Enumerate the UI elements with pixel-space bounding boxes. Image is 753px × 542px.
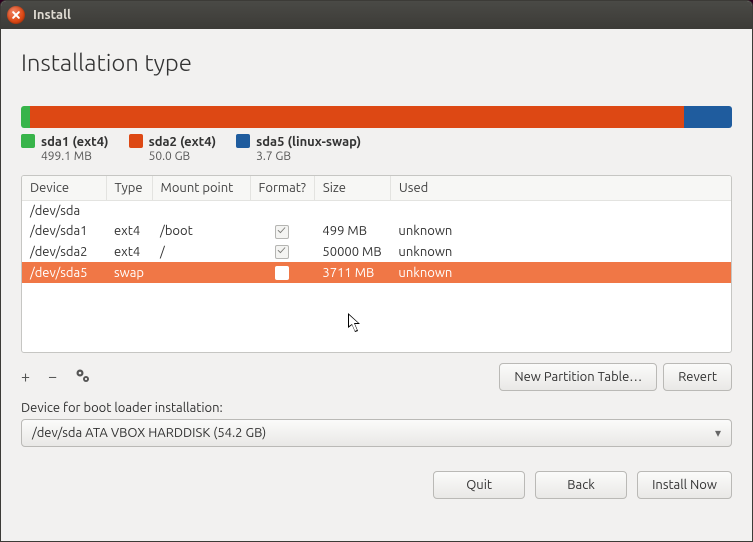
titlebar[interactable]: Install bbox=[1, 1, 752, 29]
cell-used: unknown bbox=[390, 221, 731, 242]
col-used[interactable]: Used bbox=[390, 176, 731, 201]
cell-mount bbox=[152, 262, 250, 283]
swatch-icon bbox=[21, 134, 35, 148]
add-partition-button[interactable]: + bbox=[21, 368, 30, 386]
cell-format bbox=[250, 201, 314, 222]
revert-button[interactable]: Revert bbox=[663, 363, 732, 391]
bootloader-label: Device for boot loader installation: bbox=[21, 401, 732, 415]
bootloader-value: /dev/sda ATA VBOX HARDDISK (54.2 GB) bbox=[32, 426, 266, 440]
legend-label: sda2 (ext4) bbox=[149, 135, 217, 149]
cell-size: 3711 MB bbox=[314, 262, 390, 283]
legend-size: 3.7 GB bbox=[256, 150, 361, 163]
chevron-down-icon: ▾ bbox=[715, 426, 721, 440]
legend-label: sda5 (linux-swap) bbox=[256, 135, 361, 149]
col-device[interactable]: Device bbox=[22, 176, 106, 201]
bar-seg-sda1 bbox=[21, 106, 30, 128]
legend-item-sda5: sda5 (linux-swap) 3.7 GB bbox=[236, 132, 361, 163]
new-partition-table-button[interactable]: New Partition Table… bbox=[499, 363, 657, 391]
install-now-button[interactable]: Install Now bbox=[637, 471, 732, 499]
cell-mount: /boot bbox=[152, 221, 250, 242]
table-row[interactable]: /dev/sda1 ext4 /boot 499 MB unknown bbox=[22, 221, 731, 242]
col-type[interactable]: Type bbox=[106, 176, 152, 201]
cell-type bbox=[106, 201, 152, 222]
cell-size bbox=[314, 201, 390, 222]
partition-legend: sda1 (ext4) 499.1 MB sda2 (ext4) 50.0 GB… bbox=[21, 132, 732, 163]
checkbox-icon[interactable] bbox=[275, 225, 289, 239]
legend-size: 50.0 GB bbox=[149, 150, 217, 163]
page-title: Installation type bbox=[21, 49, 732, 76]
cell-used: unknown bbox=[390, 242, 731, 263]
swatch-icon bbox=[236, 134, 250, 148]
legend-size: 499.1 MB bbox=[41, 150, 109, 163]
swatch-icon bbox=[129, 134, 143, 148]
col-mount[interactable]: Mount point bbox=[152, 176, 250, 201]
cell-used bbox=[390, 201, 731, 222]
partition-bar bbox=[21, 106, 732, 128]
footer-buttons: Quit Back Install Now bbox=[21, 471, 732, 499]
cell-device: /dev/sda5 bbox=[22, 262, 106, 283]
cell-device: /dev/sda1 bbox=[22, 221, 106, 242]
close-icon[interactable] bbox=[7, 6, 25, 24]
cell-mount bbox=[152, 201, 250, 222]
table-header: Device Type Mount point Format? Size Use… bbox=[22, 176, 731, 201]
partition-toolbar: + − New Partition Table… Revert bbox=[21, 363, 732, 391]
cell-format[interactable] bbox=[250, 242, 314, 263]
table-row[interactable]: /dev/sda bbox=[22, 201, 731, 222]
cell-type: swap bbox=[106, 262, 152, 283]
cell-format[interactable] bbox=[250, 221, 314, 242]
bar-seg-sda5 bbox=[684, 106, 732, 128]
change-partition-button[interactable] bbox=[75, 368, 91, 387]
cell-type: ext4 bbox=[106, 242, 152, 263]
content: Installation type sda1 (ext4) 499.1 MB s… bbox=[1, 29, 752, 541]
cell-size: 499 MB bbox=[314, 221, 390, 242]
legend-label: sda1 (ext4) bbox=[41, 135, 109, 149]
bootloader-select[interactable]: /dev/sda ATA VBOX HARDDISK (54.2 GB) ▾ bbox=[21, 419, 732, 447]
checkbox-icon[interactable] bbox=[275, 266, 289, 280]
remove-partition-button[interactable]: − bbox=[48, 368, 57, 386]
window-title: Install bbox=[33, 8, 71, 22]
quit-button[interactable]: Quit bbox=[433, 471, 525, 499]
gear-icon bbox=[75, 368, 91, 384]
cell-used: unknown bbox=[390, 262, 731, 283]
table-row[interactable]: /dev/sda5 swap 3711 MB unknown bbox=[22, 262, 731, 283]
table-row[interactable]: /dev/sda2 ext4 / 50000 MB unknown bbox=[22, 242, 731, 263]
cell-type: ext4 bbox=[106, 221, 152, 242]
install-window: Install Installation type sda1 (ext4) 49… bbox=[0, 0, 753, 542]
cell-device: /dev/sda bbox=[22, 201, 106, 222]
col-format[interactable]: Format? bbox=[250, 176, 314, 201]
cell-format[interactable] bbox=[250, 262, 314, 283]
cell-size: 50000 MB bbox=[314, 242, 390, 263]
legend-item-sda2: sda2 (ext4) 50.0 GB bbox=[129, 132, 217, 163]
checkbox-icon[interactable] bbox=[275, 245, 289, 259]
cell-device: /dev/sda2 bbox=[22, 242, 106, 263]
cell-mount: / bbox=[152, 242, 250, 263]
partition-table[interactable]: Device Type Mount point Format? Size Use… bbox=[21, 175, 732, 353]
back-button[interactable]: Back bbox=[535, 471, 627, 499]
col-size[interactable]: Size bbox=[314, 176, 390, 201]
bar-seg-sda2 bbox=[30, 106, 684, 128]
legend-item-sda1: sda1 (ext4) 499.1 MB bbox=[21, 132, 109, 163]
